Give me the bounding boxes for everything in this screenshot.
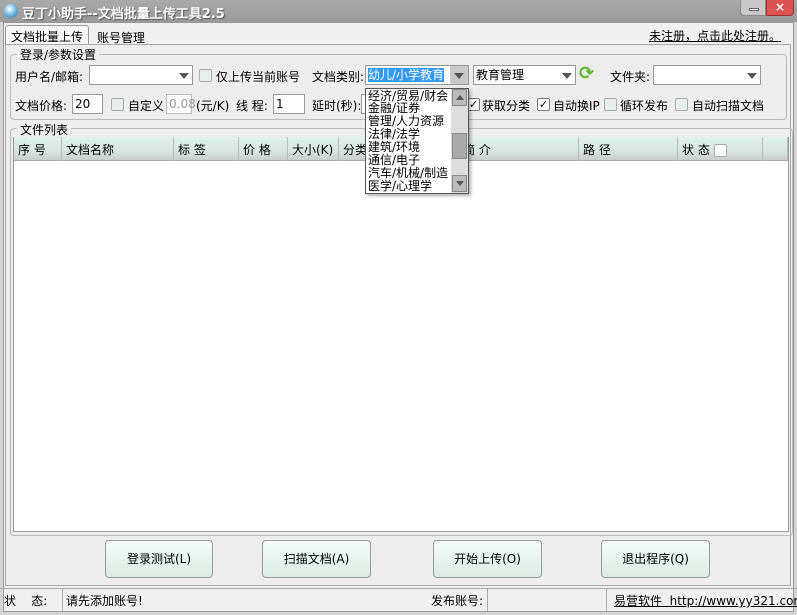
dropdown-button xyxy=(450,66,468,84)
column-header-tags[interactable]: 标 签 xyxy=(174,137,239,161)
file-table[interactable] xyxy=(13,137,789,532)
statusbar-separator xyxy=(606,589,607,611)
app-icon xyxy=(4,4,18,18)
status-text: 请先添加账号! xyxy=(66,594,143,608)
price-input[interactable]: 20 xyxy=(72,94,103,114)
status-header-label: 状 态 xyxy=(682,143,710,157)
title-bar: 豆丁小助手--文档批量上传工具2.5 × xyxy=(0,0,797,22)
folder-label: 文件夹: xyxy=(610,70,651,84)
column-header-path[interactable]: 路 径 xyxy=(579,137,678,161)
username-combo[interactable] xyxy=(89,65,193,85)
category-option[interactable]: 医学/心理学 xyxy=(368,180,432,192)
category-option[interactable]: 管理/人力资源 xyxy=(368,115,444,127)
refresh-icon[interactable]: ⟳ xyxy=(579,64,597,84)
column-header-summary[interactable]: 简 介 xyxy=(459,137,579,161)
column-header-size[interactable]: 大小(K) xyxy=(288,137,339,161)
auto-ip-checkbox[interactable]: ✓ xyxy=(537,98,550,111)
get-category-label: 获取分类 xyxy=(482,99,531,113)
column-header-filler xyxy=(763,137,788,161)
column-header-name[interactable]: 文档名称 xyxy=(62,137,174,161)
scan-documents-button[interactable]: 扫描文档(A) xyxy=(262,540,371,578)
auto-ip-label: 自动换IP xyxy=(553,99,600,113)
login-test-button[interactable]: 登录测试(L) xyxy=(105,540,213,578)
auto-scan-checkbox[interactable] xyxy=(675,98,688,111)
threads-input[interactable]: 1 xyxy=(273,94,305,114)
window-title: 豆丁小助手--文档批量上传工具2.5 xyxy=(22,7,225,22)
username-label: 用户名/邮箱: xyxy=(15,70,84,84)
subcategory-value: 教育管理 xyxy=(476,68,525,82)
threads-label: 线 程: xyxy=(236,99,268,113)
category-combo[interactable]: 幼儿/小学教育 xyxy=(365,65,469,85)
select-all-checkbox[interactable] xyxy=(713,144,727,157)
column-header-index[interactable]: 序 号 xyxy=(14,137,62,161)
category-option[interactable]: 金融/证券 xyxy=(368,102,420,114)
chevron-down-icon xyxy=(454,73,464,79)
chevron-down-icon xyxy=(747,73,757,79)
subcategory-combo[interactable]: 教育管理 xyxy=(473,65,576,85)
custom-price-label: 自定义 xyxy=(128,99,165,113)
chevron-down-icon xyxy=(179,73,189,79)
delay-label: 延时(秒): xyxy=(312,99,362,113)
loop-checkbox[interactable] xyxy=(604,98,617,111)
loop-label: 循环发布 xyxy=(620,99,669,113)
column-header-status[interactable]: 状 态 xyxy=(678,137,763,161)
category-option[interactable]: 通信/电子 xyxy=(368,154,420,166)
auto-scan-label: 自动扫描文档 xyxy=(692,99,765,113)
arrow-up-icon xyxy=(456,95,464,100)
category-option[interactable]: 法律/法学 xyxy=(368,128,420,140)
scroll-up-button[interactable] xyxy=(452,89,467,106)
dropdown-scrollbar[interactable] xyxy=(451,89,468,193)
category-dropdown-list[interactable]: 经济/贸易/财会 金融/证券 管理/人力资源 法律/法学 建筑/环境 通信/电子… xyxy=(365,88,469,194)
category-option[interactable]: 建筑/环境 xyxy=(368,141,420,153)
file-list-group-label: 文件列表 xyxy=(17,121,72,138)
category-value: 幼儿/小学教育 xyxy=(368,68,445,82)
company-link[interactable]: 易营软件 http://www.yy321.com xyxy=(614,591,797,611)
column-header-price[interactable]: 价 格 xyxy=(239,137,288,161)
category-option[interactable]: 汽车/机械/制造 xyxy=(368,167,448,179)
start-upload-button[interactable]: 开始上传(O) xyxy=(433,540,542,578)
tab-batch-upload[interactable]: 文档批量上传 xyxy=(5,25,90,45)
close-button[interactable]: × xyxy=(766,0,794,16)
only-current-checkbox[interactable] xyxy=(199,69,212,82)
only-current-label: 仅上传当前账号 xyxy=(216,70,301,84)
price-label: 文档价格: xyxy=(15,99,68,113)
unit-label: (元/K) xyxy=(196,99,230,113)
custom-price-input[interactable]: 0.08 xyxy=(166,94,196,114)
status-label: 状 态: xyxy=(4,594,48,608)
arrow-down-icon xyxy=(456,181,464,186)
settings-group-label: 登录/参数设置 xyxy=(17,46,100,63)
chevron-down-icon xyxy=(562,73,572,79)
category-label: 文档类别: xyxy=(312,70,365,84)
statusbar-separator xyxy=(487,589,488,611)
folder-combo[interactable] xyxy=(653,65,761,85)
scroll-down-button[interactable] xyxy=(452,175,467,192)
publish-account-label: 发布账号: xyxy=(431,594,484,608)
exit-button[interactable]: 退出程序(Q) xyxy=(601,540,710,578)
statusbar-separator xyxy=(62,589,63,611)
minimize-icon xyxy=(749,8,759,11)
register-link[interactable]: 未注册，点击此处注册。 xyxy=(649,27,781,44)
custom-price-checkbox[interactable] xyxy=(111,98,124,111)
statusbar-divider xyxy=(0,588,797,589)
scroll-thumb[interactable] xyxy=(452,133,467,159)
minimize-button[interactable] xyxy=(740,0,766,16)
